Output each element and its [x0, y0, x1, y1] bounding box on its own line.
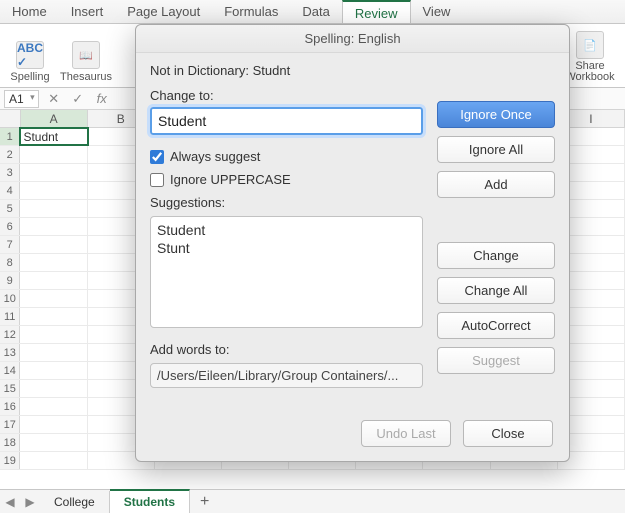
ignore-once-button[interactable]: Ignore Once: [437, 101, 555, 128]
undo-last-button: Undo Last: [361, 420, 451, 447]
row-header[interactable]: 12: [0, 326, 20, 343]
row-header[interactable]: 1: [0, 128, 20, 145]
thesaurus-icon: 📖: [72, 41, 100, 69]
ribbon-tabs: Home Insert Page Layout Formulas Data Re…: [0, 0, 625, 24]
row-header[interactable]: 9: [0, 272, 20, 289]
spelling-dialog: Spelling: English Not in Dictionary: Stu…: [135, 24, 570, 462]
sheet-tab-college[interactable]: College: [40, 491, 110, 513]
share-label: ShareWorkbook: [565, 61, 614, 83]
sheet-tab-students[interactable]: Students: [110, 489, 190, 513]
cell[interactable]: [20, 398, 87, 415]
sheet-nav-next-icon[interactable]: ▶: [20, 495, 40, 509]
cell[interactable]: [20, 272, 87, 289]
spelling-button[interactable]: ABC✓ Spelling: [6, 28, 54, 83]
always-suggest-check[interactable]: [150, 150, 164, 164]
sheet-tab-bar: ◀ ▶ College Students +: [0, 489, 625, 513]
add-words-label: Add words to:: [150, 342, 423, 357]
row-header[interactable]: 15: [0, 380, 20, 397]
cell[interactable]: [20, 344, 87, 361]
row-header[interactable]: 11: [0, 308, 20, 325]
ignore-all-button[interactable]: Ignore All: [437, 136, 555, 163]
cell[interactable]: [20, 200, 87, 217]
tab-pagelayout[interactable]: Page Layout: [115, 0, 212, 23]
cell-a1[interactable]: Studnt: [20, 128, 87, 145]
row-header[interactable]: 5: [0, 200, 20, 217]
tab-home[interactable]: Home: [0, 0, 59, 23]
thesaurus-button[interactable]: 📖 Thesaurus: [62, 28, 110, 83]
row-header[interactable]: 4: [0, 182, 20, 199]
ignore-uppercase-checkbox[interactable]: Ignore UPPERCASE: [150, 172, 423, 187]
name-box[interactable]: A1: [4, 90, 39, 108]
cell[interactable]: [20, 164, 87, 181]
cell[interactable]: [20, 146, 87, 163]
row-header[interactable]: 14: [0, 362, 20, 379]
autocorrect-button[interactable]: AutoCorrect: [437, 312, 555, 339]
cell[interactable]: [20, 308, 87, 325]
suggest-button: Suggest: [437, 347, 555, 374]
cell[interactable]: [20, 236, 87, 253]
always-suggest-checkbox[interactable]: Always suggest: [150, 149, 423, 164]
cell[interactable]: [20, 380, 87, 397]
cell[interactable]: [20, 362, 87, 379]
fx-icon[interactable]: fx: [93, 91, 111, 106]
tab-review[interactable]: Review: [342, 0, 411, 23]
cell[interactable]: [20, 290, 87, 307]
select-all-corner[interactable]: [0, 110, 21, 127]
row-header[interactable]: 2: [0, 146, 20, 163]
share-icon: 📄: [576, 31, 604, 59]
row-header[interactable]: 6: [0, 218, 20, 235]
cell[interactable]: [20, 434, 87, 451]
add-button[interactable]: Add: [437, 171, 555, 198]
ignore-uppercase-check[interactable]: [150, 173, 164, 187]
row-header[interactable]: 19: [0, 452, 20, 469]
row-header[interactable]: 16: [0, 398, 20, 415]
ribbon-group-proofing: ABC✓ Spelling 📖 Thesaurus: [6, 28, 110, 83]
row-header[interactable]: 10: [0, 290, 20, 307]
tab-insert[interactable]: Insert: [59, 0, 116, 23]
change-all-button[interactable]: Change All: [437, 277, 555, 304]
cell[interactable]: [20, 326, 87, 343]
tab-view[interactable]: View: [411, 0, 463, 23]
change-to-label: Change to:: [150, 88, 423, 103]
row-header[interactable]: 18: [0, 434, 20, 451]
change-to-input[interactable]: [150, 107, 423, 135]
spelling-label: Spelling: [10, 71, 49, 83]
suggestions-label: Suggestions:: [150, 195, 423, 210]
row-header[interactable]: 17: [0, 416, 20, 433]
row-header[interactable]: 7: [0, 236, 20, 253]
enter-icon[interactable]: ✓: [69, 91, 87, 107]
dictionary-path-field[interactable]: /Users/Eileen/Library/Group Containers/.…: [150, 363, 423, 388]
sheet-nav-prev-icon[interactable]: ◀: [0, 495, 20, 509]
dialog-title: Spelling: English: [136, 25, 569, 53]
close-button[interactable]: Close: [463, 420, 553, 447]
row-header[interactable]: 8: [0, 254, 20, 271]
cell[interactable]: [20, 416, 87, 433]
add-sheet-button[interactable]: +: [190, 493, 219, 511]
suggestions-list[interactable]: Student Stunt: [150, 216, 423, 328]
cancel-icon[interactable]: ✕: [45, 91, 63, 107]
row-header[interactable]: 13: [0, 344, 20, 361]
not-in-dictionary-label: Not in Dictionary: Studnt: [150, 63, 423, 78]
cell[interactable]: [20, 218, 87, 235]
suggestion-item[interactable]: Stunt: [157, 239, 416, 257]
tab-formulas[interactable]: Formulas: [212, 0, 290, 23]
spelling-icon: ABC✓: [16, 41, 44, 69]
row-header[interactable]: 3: [0, 164, 20, 181]
tab-data[interactable]: Data: [290, 0, 341, 23]
cell[interactable]: [20, 254, 87, 271]
suggestion-item[interactable]: Student: [157, 221, 416, 239]
thesaurus-label: Thesaurus: [60, 71, 112, 83]
cell[interactable]: [20, 452, 87, 469]
cell[interactable]: [20, 182, 87, 199]
col-header[interactable]: A: [21, 110, 88, 127]
change-button[interactable]: Change: [437, 242, 555, 269]
